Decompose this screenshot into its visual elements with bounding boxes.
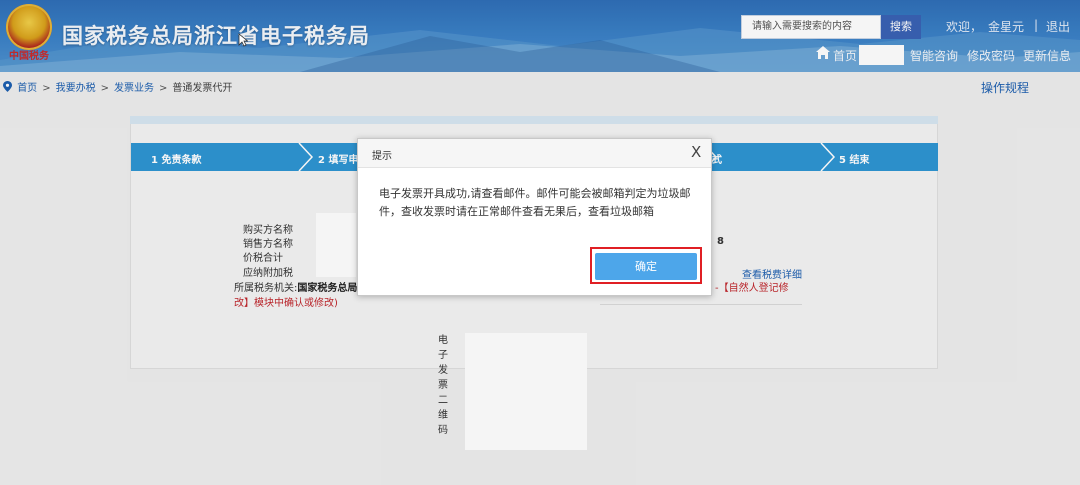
dialog-title: 提示 — [372, 151, 392, 162]
success-dialog: 提示 X 电子发票开具成功,请查看邮件。邮件可能会被邮箱判定为垃圾邮件，查收发票… — [357, 138, 712, 296]
dialog-message: 电子发票开具成功,请查看邮件。邮件可能会被邮箱判定为垃圾邮件，查收发票时请在正常… — [379, 187, 691, 218]
close-icon[interactable]: X — [691, 144, 701, 160]
confirm-button[interactable]: 确定 — [595, 253, 697, 280]
dialog-header: 提示 X — [358, 139, 711, 168]
mouse-cursor-icon — [238, 33, 248, 47]
